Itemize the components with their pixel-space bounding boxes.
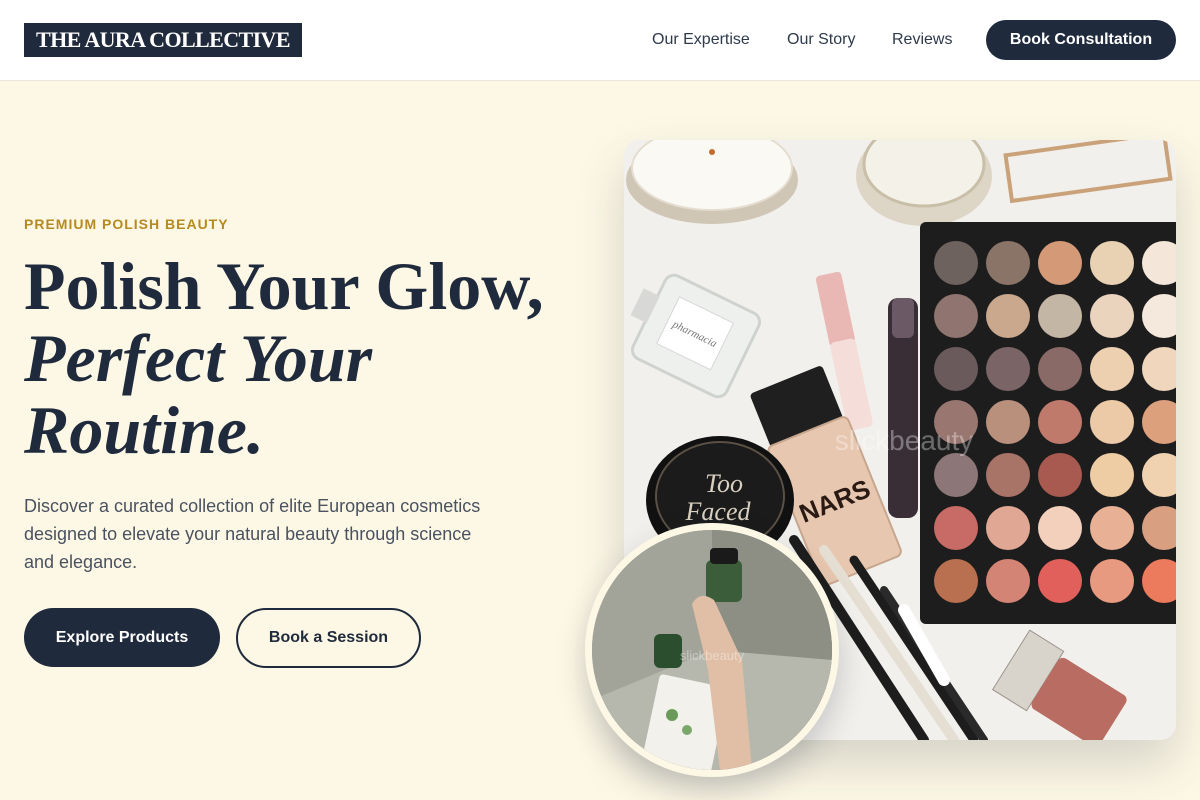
image-watermark: slickbeauty xyxy=(835,425,974,456)
eyeshadow-pan xyxy=(1038,559,1082,603)
eyeshadow-pan xyxy=(934,294,978,338)
book-session-button[interactable]: Book a Session xyxy=(236,608,421,668)
eyeshadow-pan xyxy=(1038,506,1082,550)
eyeshadow-pan xyxy=(1038,400,1082,444)
eyeshadow-pan xyxy=(986,294,1030,338)
explore-products-button[interactable]: Explore Products xyxy=(24,608,220,667)
eyeshadow-pan xyxy=(1090,400,1134,444)
hero-eyebrow: PREMIUM POLISH BEAUTY xyxy=(24,216,229,232)
hero-description: Discover a curated collection of elite E… xyxy=(24,496,481,572)
eyeshadow-pan xyxy=(986,453,1030,497)
eyeshadow-pan xyxy=(934,506,978,550)
eyeshadow-pan xyxy=(1090,294,1134,338)
eyeshadow-pan xyxy=(1090,559,1134,603)
hero-headline-line-1: Polish Your Glow, xyxy=(24,248,544,324)
eyeshadow-pan xyxy=(934,241,978,285)
eyeshadow-pan xyxy=(986,400,1030,444)
brand-logo[interactable]: THE AURA COLLECTIVE xyxy=(24,23,302,57)
eyeshadow-pan xyxy=(1038,294,1082,338)
eyeshadow-pan xyxy=(986,347,1030,391)
eyeshadow-pan xyxy=(1038,347,1082,391)
eyeshadow-pan xyxy=(1090,506,1134,550)
eyeshadow-pan xyxy=(1090,347,1134,391)
eyeshadow-pan xyxy=(934,559,978,603)
site-header: THE AURA COLLECTIVE Our Expertise Our St… xyxy=(0,0,1200,81)
eyeshadow-pan xyxy=(986,506,1030,550)
too-faced-label-line-1: Too xyxy=(705,469,743,498)
hero-headline: Polish Your Glow, Perfect Your Routine. xyxy=(24,250,604,466)
hero-headline-line-2: Perfect Your Routine. xyxy=(24,320,373,468)
too-faced-label-line-2: Faced xyxy=(685,497,752,526)
eyeshadow-pan xyxy=(1038,453,1082,497)
nav-link-our-story[interactable]: Our Story xyxy=(787,30,855,50)
eyeshadow-pan xyxy=(1090,453,1134,497)
eyeshadow-pan xyxy=(1090,241,1134,285)
eyeshadow-pan xyxy=(986,559,1030,603)
eyeshadow-pan xyxy=(1038,241,1082,285)
eyeshadow-pan xyxy=(986,241,1030,285)
nav-link-reviews[interactable]: Reviews xyxy=(892,30,952,50)
skincare-circle-image: slickbeauty xyxy=(585,523,839,777)
circle-image-watermark: slickbeauty xyxy=(680,648,745,663)
eyeshadow-pan xyxy=(934,347,978,391)
skincare-hand-illustration: slickbeauty xyxy=(592,530,832,770)
book-consultation-button[interactable]: Book Consultation xyxy=(986,20,1176,60)
nav-link-our-expertise[interactable]: Our Expertise xyxy=(652,30,750,50)
eyeshadow-pan xyxy=(934,453,978,497)
